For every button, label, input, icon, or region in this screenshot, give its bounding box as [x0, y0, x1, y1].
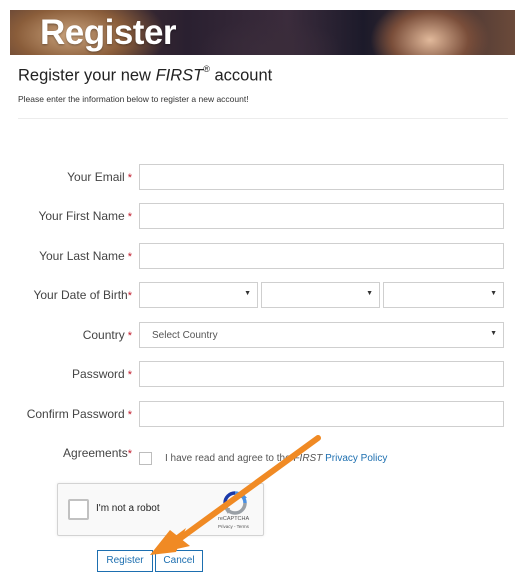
password-label: Password *: [72, 367, 132, 381]
dob-label: Your Date of Birth*: [33, 288, 132, 302]
page-title-prefix: Register your new: [18, 66, 156, 85]
recaptcha-label: I'm not a robot: [96, 503, 160, 514]
required-marker: *: [127, 330, 132, 342]
agreements-label: Agreements*: [63, 446, 132, 460]
first-name-label: Your First Name *: [38, 209, 132, 223]
last-name-field[interactable]: [139, 243, 504, 269]
register-button[interactable]: Register: [97, 550, 153, 572]
password-row: Password *: [0, 361, 515, 389]
dropdown-caret-icon: ▼: [490, 330, 497, 337]
confirm-password-label: Confirm Password *: [26, 407, 132, 421]
email-row: Your Email *: [0, 164, 515, 192]
required-marker: *: [127, 369, 132, 381]
page-subtitle: Please enter the information below to re…: [18, 94, 249, 104]
first-name-field[interactable]: [139, 203, 504, 229]
page-title: Register your new FIRST® account: [18, 64, 273, 86]
dob-month-select[interactable]: ▼: [139, 282, 258, 308]
page-title-suffix: account: [209, 66, 273, 85]
dropdown-caret-icon: ▼: [490, 290, 497, 297]
confirm-password-field[interactable]: [139, 401, 504, 427]
recaptcha-terms-link[interactable]: Privacy - Terms: [218, 524, 249, 529]
first-name-row: Your First Name *: [0, 203, 515, 231]
divider: [18, 118, 508, 119]
banner-title: Register: [40, 13, 177, 52]
confirm-password-row: Confirm Password *: [0, 401, 515, 429]
recaptcha-logo-icon: [223, 491, 247, 515]
country-row: Country * Select Country ▼: [0, 322, 515, 350]
dropdown-caret-icon: ▼: [244, 290, 251, 297]
header-banner: Register: [10, 10, 515, 55]
recaptcha-checkbox[interactable]: [68, 499, 89, 520]
required-marker: *: [127, 409, 132, 421]
cancel-button[interactable]: Cancel: [155, 550, 203, 572]
email-label: Your Email *: [67, 170, 132, 184]
password-field[interactable]: [139, 361, 504, 387]
country-select[interactable]: Select Country ▼: [139, 322, 504, 348]
dob-day-select[interactable]: ▼: [261, 282, 380, 308]
required-marker: *: [127, 211, 132, 223]
email-field[interactable]: [139, 164, 504, 190]
agreements-checkbox[interactable]: [139, 452, 152, 465]
required-marker: *: [127, 448, 132, 460]
last-name-label: Your Last Name *: [39, 249, 132, 263]
recaptcha-brand: reCAPTCHA: [218, 516, 250, 522]
agreements-text: I have read and agree to the FIRST Priva…: [165, 453, 388, 464]
required-marker: *: [127, 251, 132, 263]
last-name-row: Your Last Name *: [0, 243, 515, 271]
country-selected-value: Select Country: [152, 330, 218, 341]
dropdown-caret-icon: ▼: [366, 290, 373, 297]
registered-mark: ®: [203, 64, 210, 74]
page-title-brand: FIRST: [155, 66, 204, 85]
agreements-brand: FIRST: [293, 453, 323, 464]
required-marker: *: [127, 290, 132, 302]
dob-row: Your Date of Birth* ▼ ▼ ▼: [0, 282, 515, 310]
dob-year-select[interactable]: ▼: [383, 282, 504, 308]
privacy-policy-link[interactable]: Privacy Policy: [325, 453, 387, 464]
required-marker: *: [127, 172, 132, 184]
country-label: Country *: [82, 328, 132, 342]
recaptcha-widget: I'm not a robot reCAPTCHA Privacy - Term…: [57, 483, 264, 536]
